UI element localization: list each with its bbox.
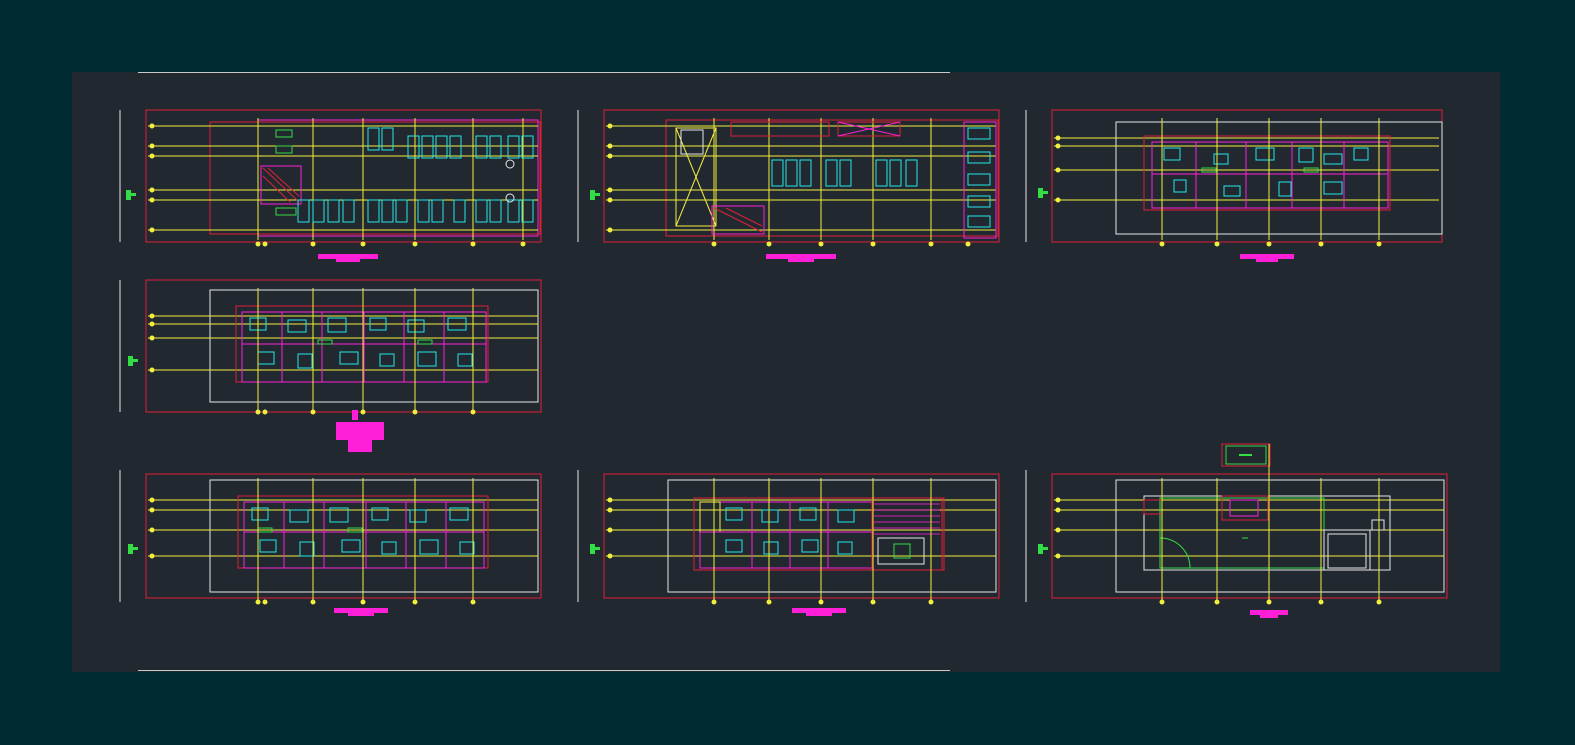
floor-plan-parking-stair-drawing xyxy=(577,109,1000,262)
floor-plan-roof[interactable] xyxy=(1024,438,1454,628)
floor-plan-apartments-3-drawing xyxy=(119,470,542,616)
sheet-bottom-line xyxy=(138,670,950,671)
floor-plan-parking-drawing xyxy=(119,109,542,262)
floor-plan-apartments-1-drawing xyxy=(1025,109,1443,262)
floor-plan-apartments-1[interactable] xyxy=(1024,108,1454,268)
floor-plan-apartments-2-drawing xyxy=(119,279,542,452)
floor-plan-parking[interactable] xyxy=(118,108,548,268)
floor-plan-parking-stair[interactable] xyxy=(576,108,1006,268)
sheet-top-line xyxy=(138,72,950,73)
floor-plan-apartments-terrace[interactable] xyxy=(576,468,1006,628)
floor-plan-apartments-2[interactable] xyxy=(118,278,548,458)
floor-plan-apartments-terrace-drawing xyxy=(577,470,1000,616)
floor-plan-roof-drawing xyxy=(1025,443,1448,618)
floor-plan-apartments-3[interactable] xyxy=(118,468,548,628)
